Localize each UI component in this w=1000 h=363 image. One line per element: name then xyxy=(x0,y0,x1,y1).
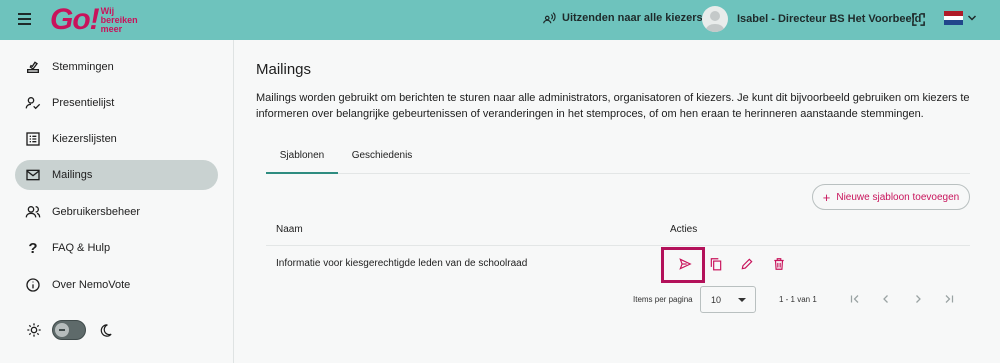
dropdown-caret-icon xyxy=(738,298,746,302)
tab-bar: Sjablonen Geschiedenis xyxy=(266,146,970,174)
items-per-page-label: Items per pagina xyxy=(633,295,693,304)
info-icon xyxy=(24,276,42,294)
sidebar-item-stemmingen[interactable]: Stemmingen xyxy=(15,52,218,82)
page-title: Mailings xyxy=(256,61,312,78)
sidebar-item-label: Stemmingen xyxy=(52,61,114,73)
template-name: Informatie voor kiesgerechtigde leden va… xyxy=(276,258,528,269)
column-header-name: Naam xyxy=(276,224,303,235)
sidebar-item-gebruikersbeheer[interactable]: Gebruikersbeheer xyxy=(15,197,218,227)
language-selector[interactable] xyxy=(944,11,978,26)
logo-tagline: Wij bereiken meer xyxy=(100,5,138,34)
sidebar-item-over[interactable]: Over NemoVote xyxy=(15,270,218,300)
attendance-icon xyxy=(24,94,42,112)
avatar xyxy=(702,6,728,32)
user-menu[interactable]: Isabel - Directeur BS Het Voorbeeld xyxy=(702,6,921,32)
tab-sjablonen[interactable]: Sjablonen xyxy=(266,146,338,174)
delete-icon[interactable] xyxy=(770,255,788,273)
edit-icon[interactable] xyxy=(738,255,756,273)
add-template-button[interactable]: + Nieuwe sjabloon toevoegen xyxy=(812,184,970,210)
column-header-actions: Acties xyxy=(670,224,698,235)
sidebar-item-kiezerslijsten[interactable]: Kiezerslijsten xyxy=(15,124,218,154)
broadcast-label: Uitzenden naar alle kiezers xyxy=(562,12,703,24)
sidebar-item-label: Gebruikersbeheer xyxy=(52,206,141,218)
sidebar-item-label: Presentielijst xyxy=(52,97,115,109)
table-row: Informatie voor kiesgerechtigde leden va… xyxy=(266,246,970,283)
sun-icon xyxy=(27,323,41,337)
hamburger-menu-icon[interactable] xyxy=(14,10,36,30)
avatar-person-icon xyxy=(705,11,725,32)
sidebar: Stemmingen Presentielijst Kiezerslijsten… xyxy=(0,40,234,363)
theme-toggle[interactable] xyxy=(52,320,86,340)
logo[interactable]: Go! Wij bereiken meer xyxy=(50,2,141,38)
fullscreen-icon[interactable] xyxy=(911,12,926,32)
moon-icon xyxy=(100,323,112,337)
sidebar-item-label: Over NemoVote xyxy=(52,279,131,291)
first-page-icon[interactable] xyxy=(847,291,863,307)
table-header: Naam Acties xyxy=(266,214,970,246)
ballot-icon xyxy=(24,58,42,76)
page-size-value: 10 xyxy=(711,295,722,305)
sidebar-item-faq[interactable]: ? FAQ & Hulp xyxy=(15,233,218,263)
user-name: Isabel - Directeur BS Het Voorbeeld xyxy=(737,13,922,25)
next-page-icon[interactable] xyxy=(910,291,926,307)
previous-page-icon[interactable] xyxy=(878,291,894,307)
copy-icon[interactable] xyxy=(707,255,725,273)
logo-mark: Go! xyxy=(50,3,100,36)
theme-switcher xyxy=(26,320,113,340)
chevron-down-icon xyxy=(967,15,977,21)
dutch-flag-icon xyxy=(944,11,963,26)
page-range: 1 - 1 van 1 xyxy=(779,295,817,304)
sidebar-item-label: FAQ & Hulp xyxy=(52,242,111,254)
broadcast-button[interactable]: Uitzenden naar alle kiezers xyxy=(542,11,703,25)
sidebar-item-presentielijst[interactable]: Presentielijst xyxy=(15,88,218,118)
list-icon xyxy=(24,130,42,148)
intro-text: Mailings worden gebruikt om berichten te… xyxy=(256,92,970,120)
question-icon: ? xyxy=(28,239,38,257)
users-icon xyxy=(24,203,42,221)
plus-icon: + xyxy=(822,189,831,205)
tab-geschiedenis[interactable]: Geschiedenis xyxy=(346,146,418,174)
top-app-bar: Go! Wij bereiken meer Uitzenden naar all… xyxy=(0,0,1000,40)
page-size-select[interactable]: 10 xyxy=(700,286,756,313)
sidebar-item-label: Kiezerslijsten xyxy=(52,133,117,145)
sidebar-item-label: Mailings xyxy=(52,169,93,181)
broadcast-icon xyxy=(543,12,556,24)
toggle-knob xyxy=(55,323,69,337)
mail-icon xyxy=(24,166,42,184)
add-template-label: Nieuwe sjabloon toevoegen xyxy=(836,191,960,203)
send-icon[interactable] xyxy=(676,255,694,273)
sidebar-item-mailings[interactable]: Mailings xyxy=(15,160,218,190)
last-page-icon[interactable] xyxy=(941,291,957,307)
